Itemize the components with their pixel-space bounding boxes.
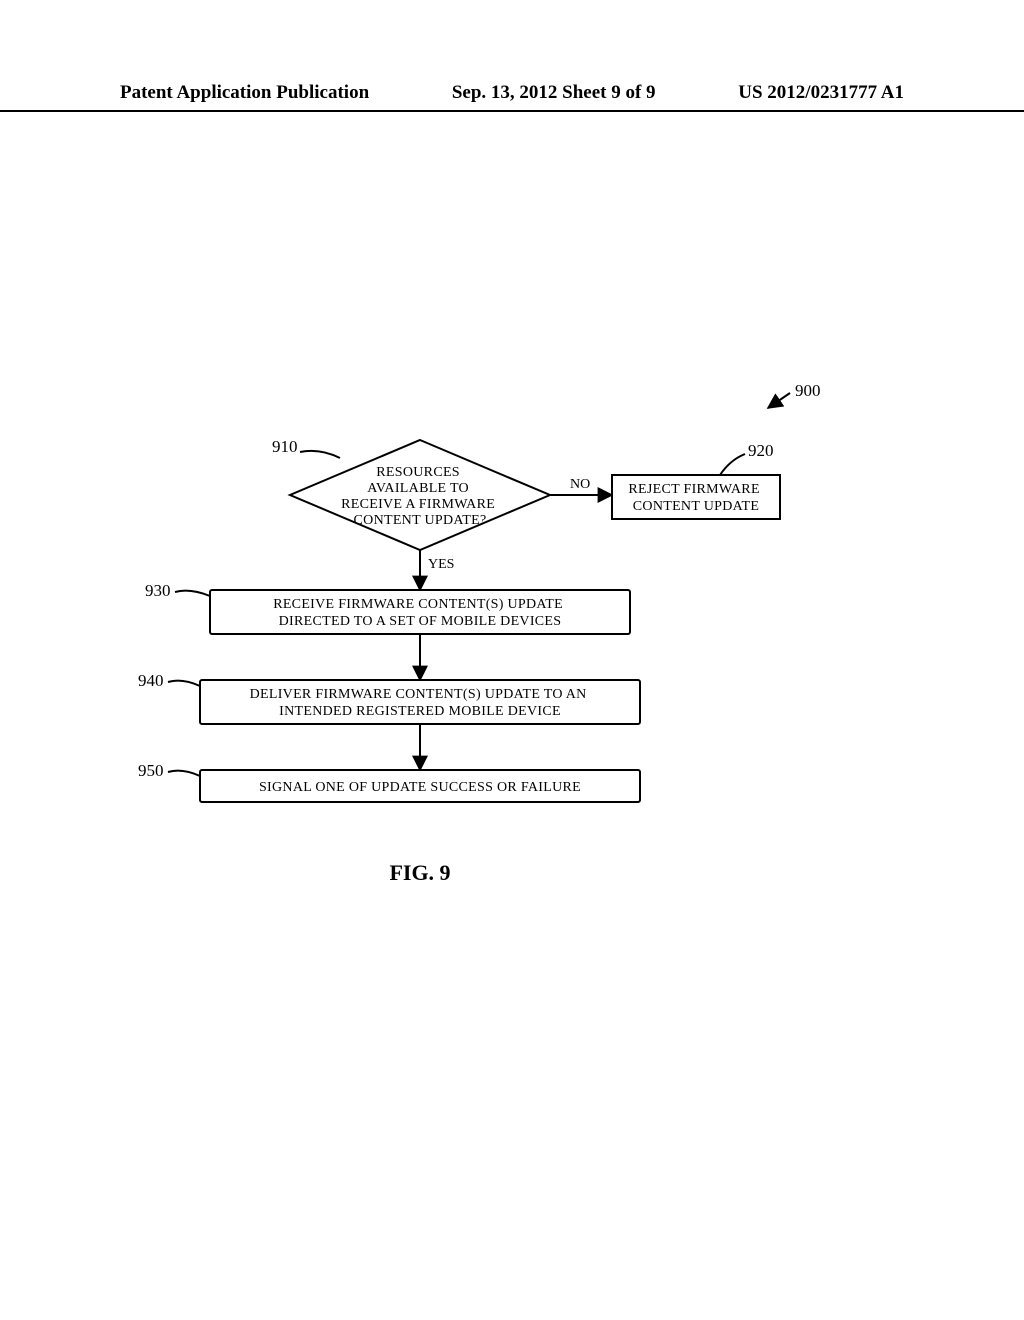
node-reject-920: REJECT FIRMWARE CONTENT UPDATE: [612, 475, 780, 519]
figure-label: FIG. 9: [389, 860, 450, 885]
flowchart: 900 RESOURCES AVAILABLE TO RECEIVE A FIR…: [0, 0, 1024, 1320]
edge-yes-label: YES: [428, 557, 454, 572]
ref-920-text: 920: [748, 441, 774, 460]
page: Patent Application Publication Sep. 13, …: [0, 0, 1024, 1320]
ref-910-text: 910: [272, 437, 298, 456]
signal-text: SIGNAL ONE OF UPDATE SUCCESS OR FAILURE: [259, 780, 581, 795]
ref-940-text: 940: [138, 671, 164, 690]
ref-950-text: 950: [138, 761, 164, 780]
edge-no: NO: [550, 477, 612, 495]
ref-950: 950: [138, 761, 200, 780]
node-signal-950: SIGNAL ONE OF UPDATE SUCCESS OR FAILURE: [200, 770, 640, 802]
node-deliver-940: DELIVER FIRMWARE CONTENT(S) UPDATE TO AN…: [200, 680, 640, 724]
ref-940: 940: [138, 671, 200, 690]
node-receive-930: RECEIVE FIRMWARE CONTENT(S) UPDATE DIREC…: [210, 590, 630, 634]
edge-yes: YES: [420, 550, 454, 590]
ref-920: 920: [720, 441, 774, 475]
ref-930-text: 930: [145, 581, 171, 600]
ref-930: 930: [145, 581, 210, 600]
node-decision-910: RESOURCES AVAILABLE TO RECEIVE A FIRMWAR…: [290, 440, 550, 550]
ref-900-text: 900: [795, 381, 821, 400]
ref-900: 900: [768, 381, 821, 408]
ref-910: 910: [272, 437, 340, 458]
edge-no-label: NO: [570, 477, 590, 492]
